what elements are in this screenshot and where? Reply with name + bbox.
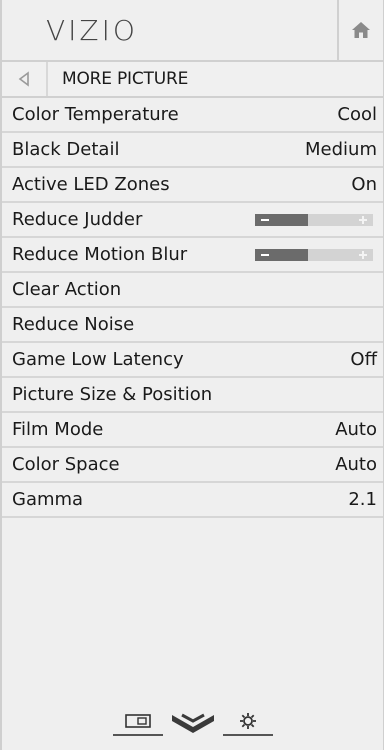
submenu-header: MORE PICTURE: [2, 62, 383, 98]
menu-item-clear-action[interactable]: Clear Action: [2, 273, 383, 308]
menu-item-color-temperature[interactable]: Color Temperature Cool: [2, 98, 383, 133]
input-icon: [124, 714, 151, 728]
menu-item-label: Reduce Motion Blur: [12, 244, 188, 265]
menu-item-value: Off: [350, 349, 377, 370]
vizio-v-icon: [171, 713, 214, 733]
menu-item-game-low-latency[interactable]: Game Low Latency Off: [2, 343, 383, 378]
menu-item-label: Reduce Noise: [12, 314, 135, 335]
submenu-title: MORE PICTURE: [62, 69, 189, 89]
menu-item-value: 2.1: [348, 489, 377, 510]
menu-item-value: Cool: [337, 104, 377, 125]
menu-item-reduce-motion-blur[interactable]: Reduce Motion Blur: [2, 238, 383, 273]
reduce-motion-blur-slider[interactable]: [255, 248, 373, 261]
menu-item-black-detail[interactable]: Black Detail Medium: [2, 133, 383, 168]
back-triangle-icon: [18, 71, 29, 87]
input-button[interactable]: [112, 708, 163, 736]
menu-item-label: Gamma: [12, 489, 84, 510]
slider-fill: [255, 213, 309, 226]
menu-item-value: Auto: [335, 419, 377, 440]
slider-track: [308, 213, 373, 226]
menu-item-reduce-noise[interactable]: Reduce Noise: [2, 308, 383, 343]
slider-track: [308, 248, 373, 261]
vizio-logo: VIZIO: [46, 13, 138, 47]
menu-item-reduce-judder[interactable]: Reduce Judder: [2, 203, 383, 238]
menu-item-value: Auto: [335, 454, 377, 475]
menu-panel: VIZIO MORE PICTURE Color Temperature Coo…: [0, 0, 384, 750]
settings-button[interactable]: [222, 708, 273, 736]
menu-item-label: Black Detail: [12, 139, 120, 160]
menu-item-active-led-zones[interactable]: Active LED Zones On: [2, 168, 383, 203]
menu-item-label: Active LED Zones: [12, 174, 170, 195]
back-button[interactable]: [2, 62, 48, 96]
menu-item-gamma[interactable]: Gamma 2.1: [2, 483, 383, 518]
menu-item-label: Clear Action: [12, 279, 122, 300]
menu-item-label: Film Mode: [12, 419, 104, 440]
reduce-judder-slider[interactable]: [255, 213, 373, 226]
menu-item-label: Color Space: [12, 454, 120, 475]
vizio-v-button[interactable]: [163, 710, 223, 736]
header: VIZIO: [2, 0, 383, 62]
menu-item-picture-size-position[interactable]: Picture Size & Position: [2, 378, 383, 413]
slider-fill: [255, 248, 309, 261]
menu-item-value: Medium: [305, 139, 377, 160]
footer-nav: [2, 706, 383, 736]
menu-item-color-space[interactable]: Color Space Auto: [2, 448, 383, 483]
home-icon: [352, 22, 370, 38]
home-button[interactable]: [337, 0, 383, 60]
menu-item-label: Game Low Latency: [12, 349, 184, 370]
settings-gear-icon: [239, 713, 256, 729]
menu-item-label: Reduce Judder: [12, 209, 143, 230]
menu-item-label: Color Temperature: [12, 104, 179, 125]
menu-item-label: Picture Size & Position: [12, 384, 213, 405]
menu-item-value: On: [351, 174, 377, 195]
menu-item-film-mode[interactable]: Film Mode Auto: [2, 413, 383, 448]
